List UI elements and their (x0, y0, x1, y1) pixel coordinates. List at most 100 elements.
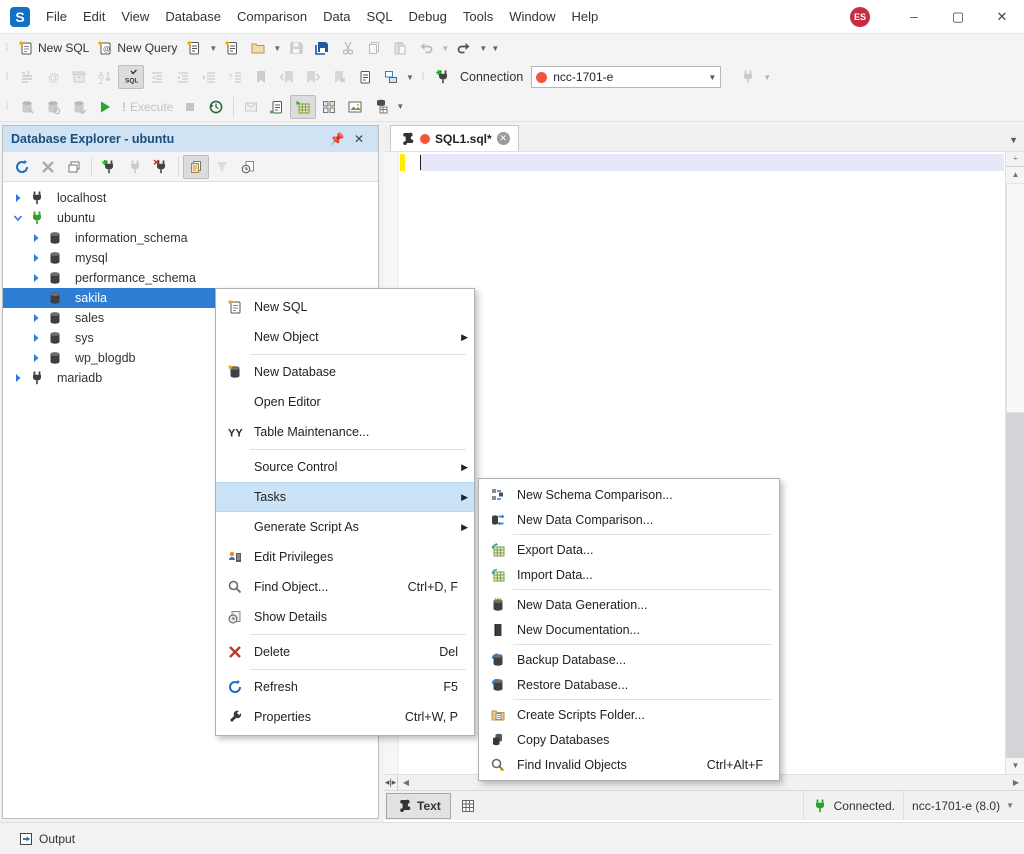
delete-button[interactable] (35, 155, 61, 179)
filter-button[interactable] (209, 155, 235, 179)
menu-item-import-data[interactable]: Import Data... (479, 562, 779, 587)
new-connection-button[interactable] (430, 65, 456, 89)
db-tools-1-button[interactable] (14, 95, 40, 119)
import-table-button[interactable] (290, 95, 316, 119)
tab-list-dropdown-icon[interactable]: ▼ (1009, 135, 1018, 145)
pivot-button[interactable] (368, 95, 394, 119)
menu-item-new-schema-comparison[interactable]: New Schema Comparison... (479, 482, 779, 507)
menu-item-generate-script-as[interactable]: Generate Script As ▶ (216, 512, 474, 542)
tree-node-mysql[interactable]: mysql (3, 248, 378, 268)
menu-item-show-details[interactable]: Show Details (216, 602, 474, 632)
toolbar-options-icon[interactable]: ▼ (489, 44, 501, 53)
menu-item-copy-databases[interactable]: Copy Databases (479, 727, 779, 752)
toolbar-grip[interactable]: ⁞ (0, 62, 14, 92)
bookmark-button[interactable] (248, 65, 274, 89)
scroll-up-icon[interactable]: ▲ (1006, 167, 1024, 183)
scroll-down-icon[interactable]: ▼ (1006, 758, 1024, 774)
tree-node-ubuntu[interactable]: ubuntu (3, 208, 378, 228)
document-button[interactable] (352, 65, 378, 89)
chevron-down-icon[interactable] (11, 213, 25, 223)
db-tools-2-button[interactable] (40, 95, 66, 119)
menu-item-delete[interactable]: Delete Del (216, 637, 474, 667)
new-query-button[interactable]: @New Query (93, 36, 181, 60)
save-all-button[interactable] (309, 36, 335, 60)
bookmark-clear-button[interactable] (326, 65, 352, 89)
menu-item-refresh[interactable]: Refresh F5 (216, 672, 474, 702)
menu-item-new-data-comparison[interactable]: New Data Comparison... (479, 507, 779, 532)
bookmark-prev-button[interactable] (274, 65, 300, 89)
menu-window[interactable]: Window (501, 0, 563, 33)
menu-item-find-object[interactable]: Find Object... Ctrl+D, F (216, 572, 474, 602)
new-file-button[interactable] (219, 36, 245, 60)
menu-item-new-sql[interactable]: New SQL (216, 292, 474, 322)
scroll-right-icon[interactable]: ▶ (1008, 778, 1024, 787)
connect-new-button[interactable] (96, 155, 122, 179)
output-panel-tab[interactable]: Output (10, 828, 83, 850)
menu-item-create-scripts-folder[interactable]: Create Scripts Folder... (479, 702, 779, 727)
menu-item-new-documentation[interactable]: New Documentation... (479, 617, 779, 642)
close-button[interactable]: ✕ (980, 0, 1024, 33)
menu-help[interactable]: Help (563, 0, 606, 33)
archive-button[interactable] (66, 65, 92, 89)
scrollbar-thumb[interactable] (1006, 183, 1024, 413)
scroll-left-icon[interactable]: ◀ (398, 778, 414, 787)
menu-item-backup-database[interactable]: Backup Database... (479, 647, 779, 672)
image-button[interactable] (342, 95, 368, 119)
account-badge[interactable]: ES (850, 7, 870, 27)
chevron-right-icon[interactable] (11, 193, 25, 203)
menu-item-source-control[interactable]: Source Control ▶ (216, 452, 474, 482)
tree-node-localhost[interactable]: localhost (3, 188, 378, 208)
vertical-scrollbar[interactable]: ÷ ▲ ▼ (1005, 152, 1024, 774)
connection-dropdown[interactable]: ncc-1701-e ▼ (531, 66, 721, 88)
chevron-down-icon[interactable]: ▼ (477, 44, 489, 53)
split-handle-icon[interactable]: ◂|▸ (384, 775, 398, 790)
close-panel-icon[interactable]: ✕ (348, 132, 370, 146)
menu-item-tasks[interactable]: Tasks ▶ (216, 482, 474, 512)
paste-button[interactable] (387, 36, 413, 60)
disconnect-button[interactable] (148, 155, 174, 179)
chevron-down-icon[interactable]: ▼ (404, 73, 416, 82)
mail-button[interactable] (238, 95, 264, 119)
copy-button[interactable] (361, 36, 387, 60)
mention-button[interactable]: @ (40, 65, 66, 89)
menu-item-table-maintenance[interactable]: YY Table Maintenance... (216, 417, 474, 447)
menu-item-open-editor[interactable]: Open Editor (216, 387, 474, 417)
new-document-button[interactable] (181, 36, 207, 60)
menu-edit[interactable]: Edit (75, 0, 113, 33)
indent-left-button[interactable] (170, 65, 196, 89)
chevron-down-icon[interactable]: ▼ (761, 73, 773, 82)
chevron-down-icon[interactable]: ▼ (394, 102, 406, 111)
chevron-down-icon[interactable]: ▼ (207, 44, 219, 53)
layout-button[interactable] (378, 65, 404, 89)
db-tools-3-button[interactable] (66, 95, 92, 119)
close-tab-icon[interactable]: ✕ (497, 132, 510, 145)
chevron-right-icon[interactable] (29, 313, 43, 323)
sql-check-button[interactable]: SQL (118, 65, 144, 89)
menu-sql[interactable]: SQL (359, 0, 401, 33)
chevron-right-icon[interactable] (11, 373, 25, 383)
export-doc-button[interactable] (264, 95, 290, 119)
redo-button[interactable] (451, 36, 477, 60)
tree-node-performance-schema[interactable]: performance_schema (3, 268, 378, 288)
grid-view-tab[interactable] (451, 793, 485, 819)
split-handle-icon[interactable]: ÷ (1006, 152, 1024, 167)
menu-comparison[interactable]: Comparison (229, 0, 315, 33)
menu-file[interactable]: File (38, 0, 75, 33)
toolbar-grip[interactable]: ⁞ (416, 62, 430, 92)
text-view-tab[interactable]: Text (386, 793, 451, 819)
chevron-right-icon[interactable] (29, 233, 43, 243)
stop-button[interactable] (177, 95, 203, 119)
menu-item-export-data[interactable]: Export Data... (479, 537, 779, 562)
menu-item-properties[interactable]: Properties Ctrl+W, P (216, 702, 474, 732)
cut-button[interactable] (335, 36, 361, 60)
menu-view[interactable]: View (113, 0, 157, 33)
connect-button[interactable] (122, 155, 148, 179)
menu-debug[interactable]: Debug (401, 0, 455, 33)
format-sql-button[interactable] (14, 65, 40, 89)
undo-button[interactable] (413, 36, 439, 60)
sql-document-tab[interactable]: SQL1.sql* ✕ (390, 125, 519, 151)
menu-item-new-object[interactable]: New Object ▶ (216, 322, 474, 352)
connection-selector[interactable]: ncc-1701-e (8.0) ▼ (903, 791, 1022, 820)
menu-tools[interactable]: Tools (455, 0, 501, 33)
menu-item-new-data-generation[interactable]: New Data Generation... (479, 592, 779, 617)
